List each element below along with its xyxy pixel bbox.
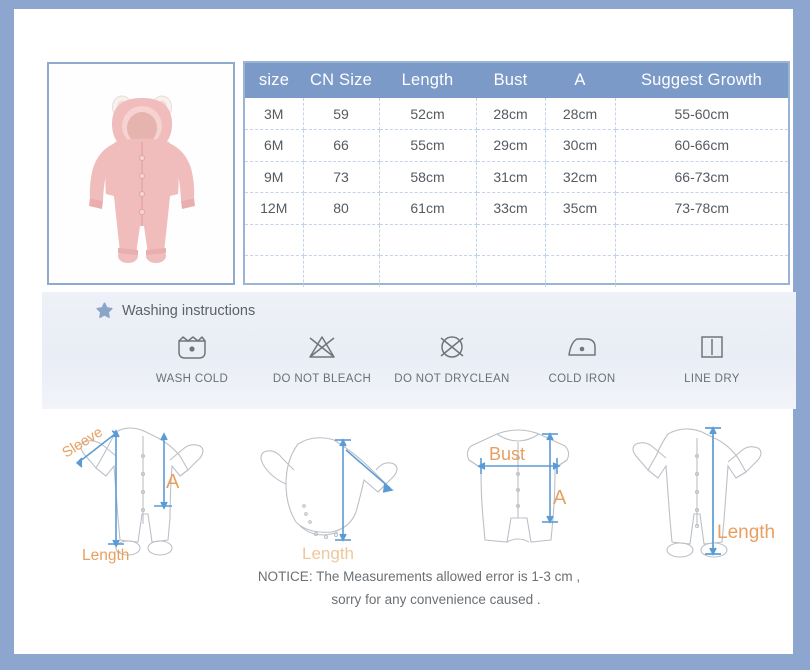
cell-size <box>245 255 304 287</box>
diagram-label-length: Length <box>717 522 775 543</box>
table-row-empty <box>245 255 788 288</box>
table-row: 3M 59 52cm 28cm 28cm 55-60cm <box>245 98 788 130</box>
diagram-footed-romper-front: Sleeve A Length <box>54 414 234 569</box>
cell-suggest-growth <box>615 224 788 256</box>
care-label: DO NOT DRYCLEAN <box>394 373 510 385</box>
cell-size: 9M <box>245 161 304 193</box>
notice-block: NOTICE: The Measurements allowed error i… <box>14 565 810 611</box>
care-label: LINE DRY <box>684 373 740 385</box>
care-item-wash-cold: WASH COLD <box>132 332 252 385</box>
notice-line-1: NOTICE: The Measurements allowed error i… <box>257 569 581 584</box>
care-item-do-not-dryclean: DO NOT DRYCLEAN <box>392 332 512 385</box>
cell-a <box>545 255 616 287</box>
do-not-bleach-icon <box>309 336 335 358</box>
col-header-a: A <box>545 63 615 98</box>
cell-a: 32cm <box>545 161 616 193</box>
diagram-short-sleeve-romper: Bust A <box>431 414 606 569</box>
baby-romper-image <box>89 95 195 263</box>
cell-length <box>379 224 477 256</box>
footed-romper-outline: Sleeve A Length <box>60 424 204 564</box>
cell-bust <box>476 255 546 287</box>
cell-a: 28cm <box>545 98 616 130</box>
size-table-container: size CN Size Length Bust A Suggest Growt… <box>243 61 790 287</box>
short-bodysuit-outline: Length <box>260 437 398 563</box>
cell-length <box>379 255 477 287</box>
line-dry-icon <box>701 336 723 358</box>
cell-size: 6M <box>245 129 304 162</box>
diagram-label-bust: Bust <box>489 444 525 464</box>
product-photo-frame <box>47 62 235 285</box>
do-not-dryclean-icon <box>440 336 464 358</box>
table-row: 12M 80 61cm 33cm 35cm 73-78cm <box>245 192 788 225</box>
care-label: COLD IRON <box>548 373 616 385</box>
table-row: 6M 66 55cm 29cm 30cm 60-66cm <box>245 129 788 162</box>
col-header-length: Length <box>379 63 476 98</box>
cell-a: 30cm <box>545 129 616 162</box>
cell-bust: 31cm <box>476 161 546 193</box>
col-header-cn-size: CN Size <box>303 63 379 98</box>
cell-cn-size <box>303 255 380 287</box>
diagram-label-length: Length <box>82 547 129 564</box>
diagram-label-length: Length <box>302 544 354 563</box>
notice-line-2: sorry for any convenience caused . <box>331 592 541 607</box>
cell-a <box>545 224 616 256</box>
star-icon <box>96 302 113 318</box>
cell-cn-size <box>303 224 380 256</box>
diagram-label-a: A <box>166 471 180 493</box>
care-symbols-list: WASH COLD DO NOT BLEACH DO NOT DRYCLEAN … <box>132 332 772 385</box>
cell-length: 61cm <box>379 192 477 225</box>
care-item-cold-iron: COLD IRON <box>522 332 642 385</box>
col-header-suggest-growth: Suggest Growth <box>615 63 788 98</box>
content-sheet: size CN Size Length Bust A Suggest Growt… <box>14 9 796 654</box>
cell-length: 58cm <box>379 161 477 193</box>
measurement-diagrams: Sleeve A Length Length Bust A Length <box>54 414 794 564</box>
product-photo <box>49 64 233 283</box>
cell-size: 3M <box>245 98 304 130</box>
col-header-size: size <box>245 63 303 98</box>
washing-instructions-panel: Washing instructions WASH COLD DO NOT BL… <box>42 292 796 409</box>
size-table: size CN Size Length Bust A Suggest Growt… <box>245 63 788 287</box>
cell-suggest-growth: 73-78cm <box>615 192 788 225</box>
cell-bust: 29cm <box>476 129 546 162</box>
cell-bust <box>476 224 546 256</box>
care-label: DO NOT BLEACH <box>272 373 372 385</box>
cell-bust: 33cm <box>476 192 546 225</box>
cell-suggest-growth: 66-73cm <box>615 161 788 193</box>
diagram-label-a: A <box>553 487 567 509</box>
cell-bust: 28cm <box>476 98 546 130</box>
table-header-row: size CN Size Length Bust A Suggest Growt… <box>245 63 788 98</box>
cold-iron-icon <box>568 338 596 356</box>
cell-length: 55cm <box>379 129 477 162</box>
washing-instructions-label: Washing instructions <box>122 302 256 319</box>
diagram-footed-sleeper: Length <box>614 414 794 569</box>
care-label: WASH COLD <box>155 373 229 385</box>
cell-cn-size: 59 <box>303 98 380 130</box>
care-item-do-not-bleach: DO NOT BLEACH <box>262 332 382 385</box>
cell-suggest-growth: 55-60cm <box>615 98 788 130</box>
cell-length: 52cm <box>379 98 477 130</box>
cell-cn-size: 66 <box>303 129 380 162</box>
diagram-short-bodysuit: Length <box>242 414 422 569</box>
washing-instructions-title: Washing instructions <box>96 302 255 319</box>
table-row: 9M 73 58cm 31cm 32cm 66-73cm <box>245 161 788 193</box>
care-item-line-dry: LINE DRY <box>652 332 772 385</box>
short-sleeve-romper-outline: Bust A <box>466 429 569 543</box>
cell-cn-size: 80 <box>303 192 380 225</box>
cell-suggest-growth <box>615 256 788 288</box>
cell-a: 35cm <box>545 192 616 225</box>
cell-cn-size: 73 <box>303 161 380 193</box>
col-header-bust: Bust <box>476 63 545 98</box>
size-chart-page: size CN Size Length Bust A Suggest Growt… <box>0 0 810 670</box>
cell-size <box>245 224 304 256</box>
cell-size: 12M <box>245 192 304 225</box>
cell-suggest-growth: 60-66cm <box>615 129 788 162</box>
footed-sleeper-outline: Length <box>632 426 775 558</box>
table-row-empty <box>245 224 788 256</box>
wash-cold-icon <box>178 336 206 359</box>
